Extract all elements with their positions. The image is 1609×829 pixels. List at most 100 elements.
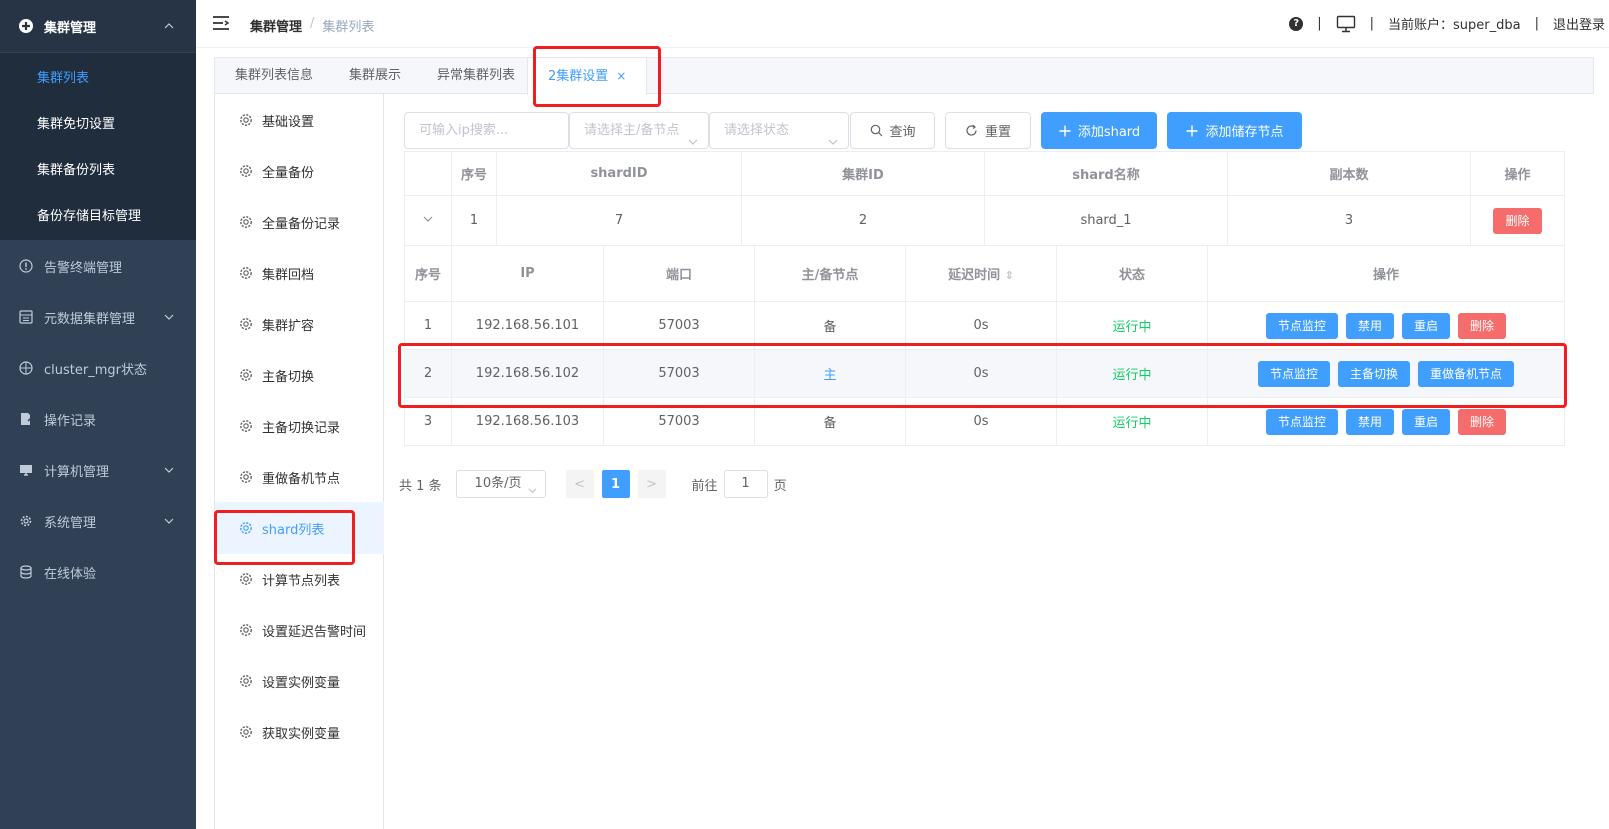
settings-item-failover[interactable]: 主备切换 [215,349,384,401]
role-select[interactable]: 请选择主/备节点 [569,112,709,149]
page-size-value: 10条/页 [474,476,522,491]
settings-item-label: 主备切换记录 [262,420,341,436]
sort-icon[interactable]: ⇕ [1005,269,1014,282]
search-icon [869,124,883,138]
add-storage-node-button[interactable]: 添加储存节点 [1167,112,1302,149]
cell-role: 备 [754,301,906,350]
sidebar-group-cluster-management[interactable]: 集群管理 [0,0,196,52]
goto-label: 前往 [691,478,718,494]
cell-index: 1 [404,301,452,350]
settings-item-failover-records[interactable]: 主备切换记录 [215,400,384,452]
cell-index: 1 [451,195,497,246]
settings-item-basic[interactable]: 基础设置 [215,94,384,146]
cell-status: 运行中 [1056,397,1208,446]
tab-cluster-display[interactable]: 集群展示 [349,58,401,94]
node-action-button[interactable]: 删除 [1458,408,1507,435]
cell-ip: 192.168.56.102 [451,349,604,398]
node-action-button[interactable]: 禁用 [1345,408,1394,435]
query-button[interactable]: 查询 [850,112,935,149]
cell-index: 2 [404,349,452,398]
help-icon[interactable]: ? [1289,16,1304,31]
gear-icon [239,317,253,331]
header-cell: shardID [496,151,742,196]
sidebar-item-computer-management[interactable]: 计算机管理 [0,444,196,496]
next-page-button[interactable]: > [637,470,666,498]
logout-link[interactable]: 退出登录 [1553,14,1605,33]
sidebar-item-cluster-mgr-status[interactable]: cluster_mgr状态 [0,342,196,394]
cell-actions: 删除 [1470,195,1565,246]
add-shard-button[interactable]: 添加shard [1041,112,1157,149]
header-cell: 主/备节点 [754,245,906,302]
page-number-current[interactable]: 1 [601,470,630,498]
settings-item-set-instance-vars[interactable]: 设置实例变量 [215,655,384,707]
settings-item-full-backup[interactable]: 全量备份 [215,145,384,197]
sidebar-item-cluster-failover-exempt[interactable]: 集群免切设置 [0,99,196,145]
settings-item-cluster-rollback[interactable]: 集群回档 [215,247,384,299]
chevron-down-icon [688,126,698,145]
sidebar-item-cluster-backup-list[interactable]: 集群备份列表 [0,145,196,191]
gear-icon [239,419,253,433]
sidebar-item-online-trial[interactable]: 在线体验 [0,546,196,598]
node-action-button[interactable]: 禁用 [1345,312,1394,339]
node-action-button[interactable]: 节点监控 [1265,408,1338,435]
tab-cluster-settings[interactable]: 2集群设置 × [527,58,648,95]
gear-icon [239,164,253,178]
tab-abnormal-clusters[interactable]: 异常集群列表 [437,58,515,94]
tab-label: 2集群设置 [548,69,609,84]
cell-ip: 192.168.56.101 [451,301,604,350]
prev-page-button[interactable]: < [565,470,594,498]
screen-icon[interactable] [1336,15,1356,33]
cell-actions: 节点监控 禁用 重启 删除 [1207,301,1565,350]
node-action-button[interactable]: 删除 [1458,312,1507,339]
settings-item-full-backup-records[interactable]: 全量备份记录 [215,196,384,248]
node-action-button[interactable]: 重做备机节点 [1418,360,1515,387]
header-separator: | [1369,16,1375,31]
chevron-down-icon [528,479,537,505]
delete-shard-button[interactable]: 删除 [1493,207,1542,234]
settings-item-get-instance-vars[interactable]: 获取实例变量 [215,706,384,758]
page-size-select[interactable]: 10条/页 [455,470,546,498]
gear-icon [18,513,34,529]
header-cell-delay[interactable]: 延迟时间 ⇕ [905,245,1057,302]
settings-item-label: 全量备份记录 [262,216,341,232]
node-action-button[interactable]: 节点监控 [1257,360,1330,387]
settings-item-compute-node-list[interactable]: 计算节点列表 [215,553,384,605]
settings-item-shard-list[interactable]: shard列表 [215,502,384,554]
node-action-button[interactable]: 重启 [1402,312,1451,339]
goto-page-input[interactable]: 1 [723,470,768,498]
sidebar-item-label: 操作记录 [44,413,97,429]
status-select[interactable]: 请选择状态 [709,112,849,149]
header-cell-expand [404,151,452,196]
cell-ip: 192.168.56.103 [451,397,604,446]
sidebar-item-backup-storage[interactable]: 备份存储目标管理 [0,191,196,237]
header-separator: | [1317,16,1322,31]
header-label: 延迟时间 [948,268,1001,283]
settings-item-label: 基础设置 [262,114,315,130]
node-action-button[interactable]: 节点监控 [1265,312,1338,339]
settings-item-cluster-expand[interactable]: 集群扩容 [215,298,384,350]
shard-table-header: 序号 shardID 集群ID shard名称 副本数 操作 [404,151,1565,196]
settings-item-delay-alert[interactable]: 设置延迟告警时间 [215,604,384,656]
close-tab-icon[interactable]: × [616,69,626,83]
node-action-button[interactable]: 重启 [1402,408,1451,435]
shard-table-row: 1 7 2 shard_1 3 删除 [404,195,1565,246]
header-cell: 序号 [451,151,497,196]
ip-search-input[interactable]: 可输入ip搜索... [404,112,569,149]
sidebar-item-alert-terminal[interactable]: 告警终端管理 [0,240,196,292]
expand-row-icon[interactable] [404,195,452,246]
reset-button[interactable]: 重置 [945,112,1031,149]
settings-item-rebuild-replica[interactable]: 重做备机节点 [215,451,384,503]
menu-toggle-icon[interactable] [212,15,230,31]
tab-cluster-list-info[interactable]: 集群列表信息 [235,58,313,94]
sidebar-item-cluster-list[interactable]: 集群列表 [0,53,196,99]
node-action-button[interactable]: 主备切换 [1337,360,1410,387]
sidebar-item-system-management[interactable]: 系统管理 [0,495,196,547]
sidebar-item-label: 系统管理 [44,515,97,531]
add-storage-node-label: 添加储存节点 [1205,125,1284,140]
sidebar-item-operation-log[interactable]: 操作记录 [0,393,196,445]
breadcrumb-root[interactable]: 集群管理 [250,16,302,35]
sidebar-group-label: 集群管理 [44,20,97,36]
sidebar-item-metadata-cluster[interactable]: 元数据集群管理 [0,291,196,343]
gear-icon [239,266,253,280]
gear-icon [239,725,253,739]
